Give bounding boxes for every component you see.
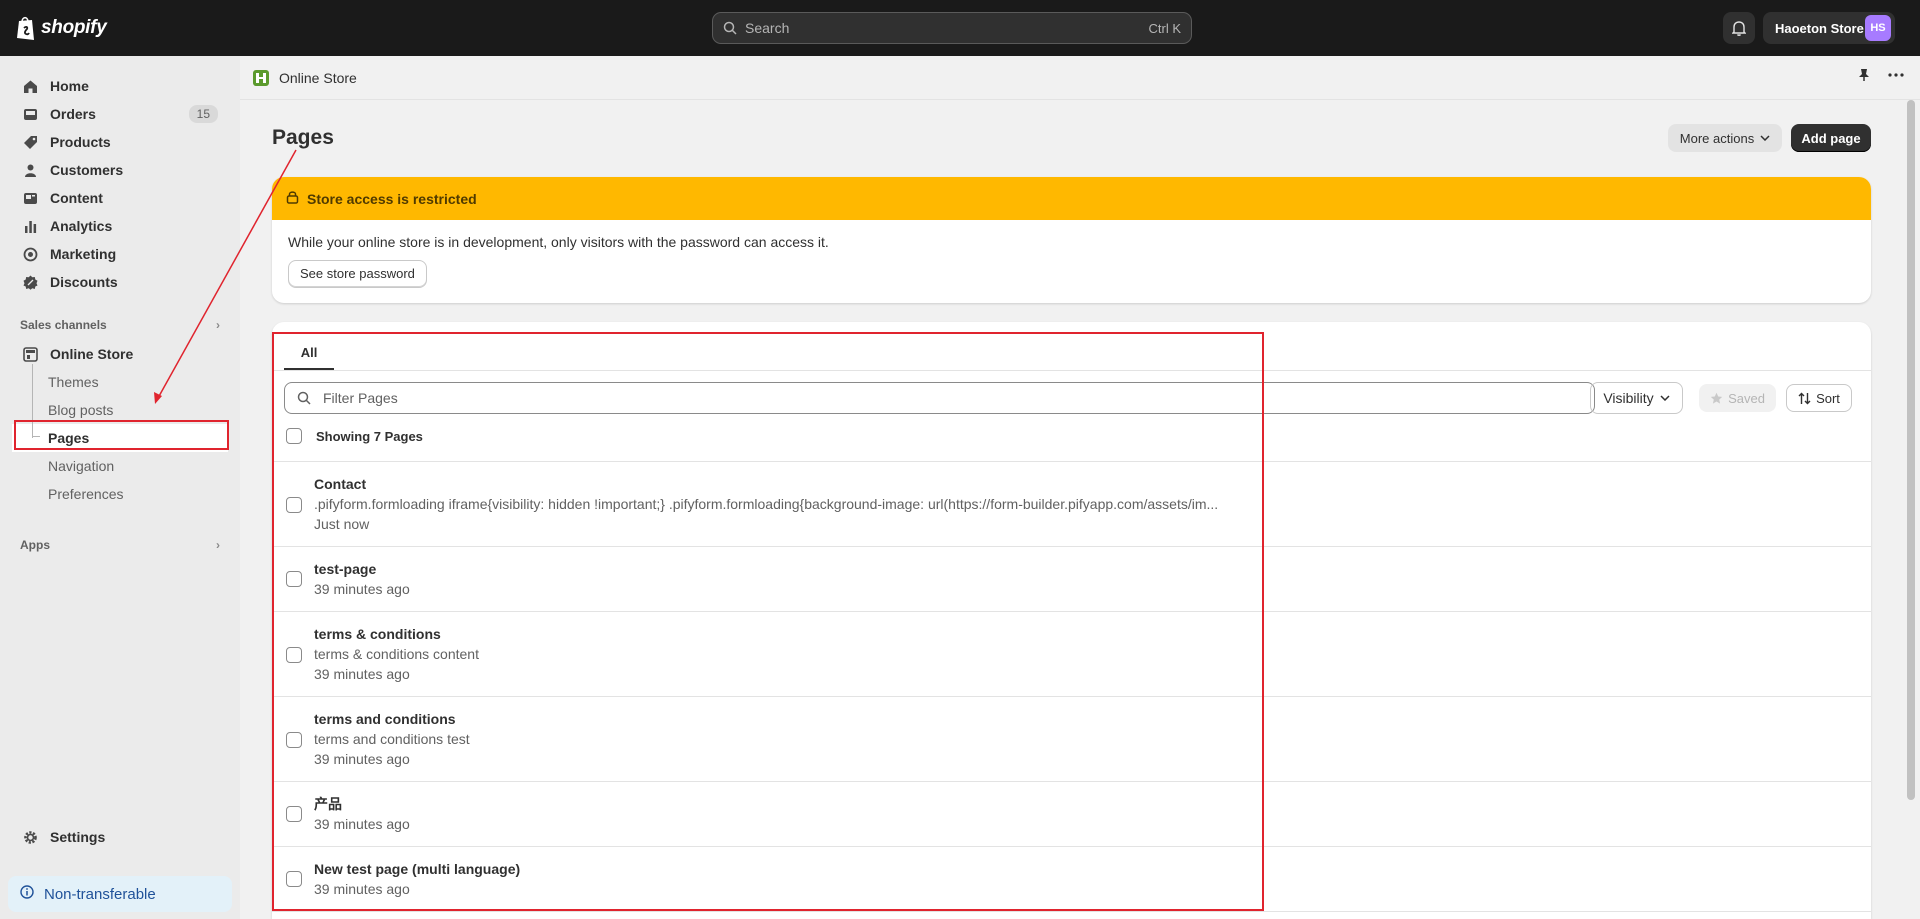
chart-icon <box>22 218 38 234</box>
home-icon <box>22 78 38 94</box>
sidebar-item-online-store[interactable]: Online Store <box>12 340 228 368</box>
more-actions-button[interactable]: More actions <box>1668 124 1782 152</box>
search-placeholder: Search <box>745 20 790 36</box>
store-menu-button[interactable]: Haoeton Store HS <box>1763 12 1895 44</box>
page-title: Pages <box>272 126 334 149</box>
sidebar-item-orders[interactable]: Orders 15 <box>12 100 228 128</box>
online-store-icon <box>253 69 269 86</box>
discount-icon <box>22 274 38 290</box>
storefront-icon <box>22 346 38 362</box>
scrollbar[interactable] <box>1905 100 1917 912</box>
search-shortcut: Ctrl K <box>1148 20 1182 36</box>
sidebar-item-label: Products <box>50 134 111 150</box>
sidebar-item-label: Home <box>50 78 89 94</box>
info-icon <box>20 885 34 903</box>
sidebar-subitem-themes[interactable]: Themes <box>12 368 228 396</box>
star-icon <box>1710 392 1723 404</box>
content-icon <box>22 190 38 206</box>
non-transferable-banner[interactable]: Non-transferable <box>8 876 232 912</box>
breadcrumb: Online Store <box>240 56 1920 100</box>
banner-title: Store access is restricted <box>307 190 477 207</box>
sidebar-subitem-label: Navigation <box>48 458 115 474</box>
more-horizontal-icon[interactable] <box>1888 73 1904 77</box>
saved-label: Saved <box>1728 390 1765 406</box>
sort-button[interactable]: Sort <box>1786 384 1852 412</box>
shopify-bag-icon <box>17 16 34 40</box>
sidebar-item-marketing[interactable]: Marketing <box>12 240 228 268</box>
orders-count-badge: 15 <box>188 105 218 123</box>
sidebar-item-label: Analytics <box>50 218 113 234</box>
sidebar-item-label: Online Store <box>50 346 134 362</box>
orders-icon <box>22 106 38 122</box>
sales-channels-label: Sales channels <box>20 318 107 332</box>
annotation-highlight-pages <box>14 420 229 450</box>
sidebar-item-settings[interactable]: Settings <box>12 823 228 851</box>
sort-label: Sort <box>1816 390 1840 406</box>
notifications-button[interactable] <box>1723 12 1755 44</box>
see-store-password-button[interactable]: See store password <box>288 260 427 288</box>
sidebar-subitem-label: Preferences <box>48 486 124 502</box>
sidebar-item-analytics[interactable]: Analytics <box>12 212 228 240</box>
chevron-right-icon: › <box>216 538 220 552</box>
gear-icon <box>22 829 38 845</box>
non-transferable-label: Non-transferable <box>44 885 156 903</box>
sidebar-subitem-label: Blog posts <box>48 402 114 418</box>
sidebar-item-content[interactable]: Content <box>12 184 228 212</box>
search-bar[interactable]: Search Ctrl K <box>712 12 1192 44</box>
sidebar-subitem-navigation[interactable]: Navigation <box>12 452 228 480</box>
sidebar-item-label: Discounts <box>50 274 118 290</box>
saved-button[interactable]: Saved <box>1699 384 1776 412</box>
chevron-right-icon: › <box>216 318 220 332</box>
visibility-filter-button[interactable]: Visibility <box>1590 382 1683 414</box>
sidebar-subitem-preferences[interactable]: Preferences <box>12 480 228 508</box>
sidebar-item-label: Settings <box>50 829 106 845</box>
sales-channels-header[interactable]: Sales channels › <box>20 318 220 332</box>
sidebar-item-customers[interactable]: Customers <box>12 156 228 184</box>
chevron-down-icon <box>1660 395 1670 401</box>
sidebar: Home Orders 15 Products Customers Conten… <box>0 56 240 919</box>
sidebar-item-label: Marketing <box>50 246 117 262</box>
store-name: Haoeton Store <box>1775 20 1864 36</box>
target-icon <box>22 246 38 262</box>
apps-header[interactable]: Apps › <box>20 538 220 552</box>
banner-header: Store access is restricted <box>272 177 1871 220</box>
pin-icon[interactable] <box>1858 68 1870 82</box>
sidebar-item-label: Customers <box>50 162 124 178</box>
banner-body-text: While your online store is in developmen… <box>288 234 829 250</box>
store-restricted-banner: Store access is restricted While your on… <box>272 177 1871 303</box>
sort-icon <box>1798 392 1811 404</box>
add-page-button[interactable]: Add page <box>1791 124 1871 152</box>
sidebar-subitem-label: Themes <box>48 374 99 390</box>
search-icon <box>723 21 737 35</box>
sidebar-item-label: Content <box>50 190 103 206</box>
visibility-label: Visibility <box>1603 390 1654 406</box>
more-actions-label: More actions <box>1679 130 1755 146</box>
sidebar-item-label: Orders <box>50 106 96 122</box>
apps-label: Apps <box>20 538 50 552</box>
chevron-down-icon <box>1760 135 1770 141</box>
tag-icon <box>22 134 38 150</box>
scrollbar-thumb[interactable] <box>1907 100 1915 800</box>
bell-icon <box>1732 21 1746 36</box>
lock-icon <box>286 190 299 207</box>
top-bar: shopify Search Ctrl K Haoeton Store HS <box>0 0 1920 56</box>
sidebar-item-discounts[interactable]: Discounts <box>12 268 228 296</box>
sidebar-item-products[interactable]: Products <box>12 128 228 156</box>
shopify-logo[interactable]: shopify <box>15 15 107 41</box>
logo-text: shopify <box>41 17 107 38</box>
breadcrumb-title[interactable]: Online Store <box>279 70 357 86</box>
person-icon <box>22 162 38 178</box>
annotation-highlight-pages-list <box>272 332 1264 911</box>
avatar: HS <box>1865 15 1891 41</box>
sidebar-item-home[interactable]: Home <box>12 72 228 100</box>
